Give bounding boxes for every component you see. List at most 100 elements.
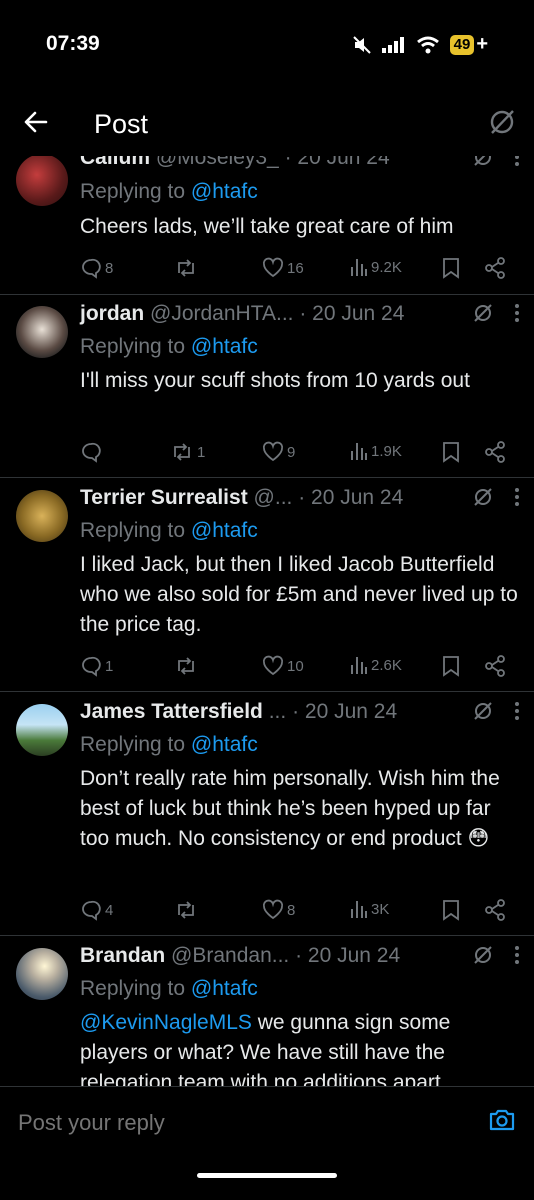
grok-icon[interactable]: [472, 486, 494, 508]
share-icon[interactable]: [484, 257, 506, 279]
repost-icon: [174, 443, 190, 461]
back-arrow-icon[interactable]: [22, 108, 50, 136]
author-handle[interactable]: @JordanHTA...: [150, 302, 293, 325]
repost-icon: [178, 901, 194, 919]
like-button[interactable]: 10: [262, 655, 304, 677]
post-date[interactable]: · 20 Jun 24: [299, 302, 404, 325]
reply-count: 1: [105, 657, 114, 675]
like-count: 10: [287, 657, 304, 675]
replying-mention[interactable]: @htafc: [191, 180, 258, 203]
replying-mention[interactable]: @htafc: [191, 335, 258, 358]
avatar[interactable]: [16, 156, 68, 206]
author-handle[interactable]: @Brandan...: [171, 944, 289, 967]
camera-icon[interactable]: [488, 1107, 516, 1133]
like-button[interactable]: 9: [262, 441, 295, 463]
reply-post[interactable]: Terrier Surrealist @... · 20 Jun 24 Repl…: [0, 478, 534, 692]
avatar[interactable]: [16, 490, 68, 542]
views-button[interactable]: 3K: [350, 899, 389, 919]
avatar[interactable]: [16, 704, 68, 756]
grok-icon[interactable]: [472, 302, 494, 324]
repost-button[interactable]: [174, 257, 201, 279]
author-name[interactable]: jordan: [80, 302, 144, 325]
more-options-icon[interactable]: [514, 156, 520, 167]
author-handle[interactable]: @...: [254, 486, 293, 509]
more-options-icon[interactable]: [514, 701, 520, 721]
more-options-icon[interactable]: [514, 945, 520, 965]
reply-button[interactable]: [80, 441, 105, 463]
replying-mention[interactable]: @htafc: [191, 519, 258, 542]
reply-count: 8: [105, 259, 114, 277]
reply-button[interactable]: 4: [80, 899, 113, 921]
replying-to: Replying to @htafc: [80, 977, 258, 1001]
views-icon: [351, 901, 367, 918]
post-header: Terrier Surrealist @... · 20 Jun 24: [80, 486, 514, 514]
like-button[interactable]: 16: [262, 257, 304, 279]
replying-mention[interactable]: @htafc: [191, 977, 258, 1000]
like-button[interactable]: 8: [262, 899, 295, 921]
bookmark-icon[interactable]: [442, 655, 460, 677]
avatar[interactable]: [16, 948, 68, 1000]
repost-button[interactable]: 1: [170, 441, 205, 463]
replying-prefix: Replying to: [80, 335, 191, 358]
reply-icon: [82, 442, 101, 463]
avatar[interactable]: [16, 306, 68, 358]
reply-post[interactable]: James Tattersfield ... · 20 Jun 24 Reply…: [0, 692, 534, 936]
reply-post[interactable]: Brandan @Brandan... · 20 Jun 24 Replying…: [0, 936, 534, 1086]
author-name[interactable]: Brandan: [80, 944, 165, 967]
reply-input[interactable]: [16, 1109, 460, 1137]
bookmark-icon[interactable]: [442, 257, 460, 279]
author-name[interactable]: Terrier Surrealist: [80, 486, 248, 509]
share-icon[interactable]: [484, 899, 506, 921]
views-icon: [351, 443, 367, 460]
replying-mention[interactable]: @htafc: [191, 733, 258, 756]
post-date[interactable]: · 20 Jun 24: [285, 156, 390, 169]
replying-prefix: Replying to: [80, 977, 191, 1000]
more-options-icon[interactable]: [514, 303, 520, 323]
author-name[interactable]: James Tattersfield: [80, 700, 263, 723]
share-icon[interactable]: [484, 655, 506, 677]
wifi-icon: [416, 36, 439, 53]
reply-post[interactable]: Callum @Moseley3_ · 20 Jun 24 Replying t…: [0, 156, 534, 295]
grok-icon[interactable]: [472, 944, 494, 966]
repost-button[interactable]: [174, 899, 201, 921]
share-icon[interactable]: [484, 441, 506, 463]
post-header-right: [472, 486, 520, 508]
post-date[interactable]: · 20 Jun 24: [298, 486, 403, 509]
replies-feed[interactable]: Callum @Moseley3_ · 20 Jun 24 Replying t…: [0, 156, 534, 1086]
reply-icon: [82, 900, 101, 921]
author-name[interactable]: Callum: [80, 156, 150, 169]
reply-button[interactable]: 1: [80, 655, 113, 677]
grok-icon[interactable]: [488, 108, 516, 136]
reply-post[interactable]: jordan @JordanHTA... · 20 Jun 24 Replyin…: [0, 294, 534, 478]
post-date[interactable]: · 20 Jun 24: [295, 944, 400, 967]
views-icon: [351, 657, 367, 674]
post-text: @KevinNagleMLS we gunna sign some player…: [80, 1008, 520, 1086]
repost-icon: [178, 259, 194, 277]
battery-indicator: 49 +: [449, 33, 488, 56]
more-options-icon[interactable]: [514, 487, 520, 507]
author-handle[interactable]: @Moseley3_: [156, 156, 279, 169]
grok-icon[interactable]: [472, 156, 494, 168]
reply-button[interactable]: 8: [80, 257, 113, 279]
replying-to: Replying to @htafc: [80, 519, 258, 543]
bookmark-icon[interactable]: [442, 441, 460, 463]
views-button[interactable]: 1.9K: [350, 441, 402, 461]
home-indicator[interactable]: [197, 1173, 337, 1178]
status-time: 07:39: [46, 32, 100, 55]
battery-level: 49: [449, 34, 475, 55]
author-handle[interactable]: ...: [269, 700, 287, 723]
grok-icon[interactable]: [472, 700, 494, 722]
post-header: jordan @JordanHTA... · 20 Jun 24: [80, 302, 514, 330]
text-mention[interactable]: @KevinNagleMLS: [80, 1011, 252, 1034]
views-button[interactable]: 2.6K: [350, 655, 402, 675]
post-date[interactable]: · 20 Jun 24: [292, 700, 397, 723]
replying-prefix: Replying to: [80, 519, 191, 542]
views-count: 1.9K: [371, 442, 402, 460]
repost-button[interactable]: [174, 655, 201, 677]
signal-icon: [381, 36, 404, 53]
views-count: 3K: [371, 900, 390, 918]
replying-to: Replying to @htafc: [80, 335, 258, 359]
views-button[interactable]: 9.2K: [350, 257, 402, 277]
heart-icon: [262, 655, 284, 676]
bookmark-icon[interactable]: [442, 899, 460, 921]
